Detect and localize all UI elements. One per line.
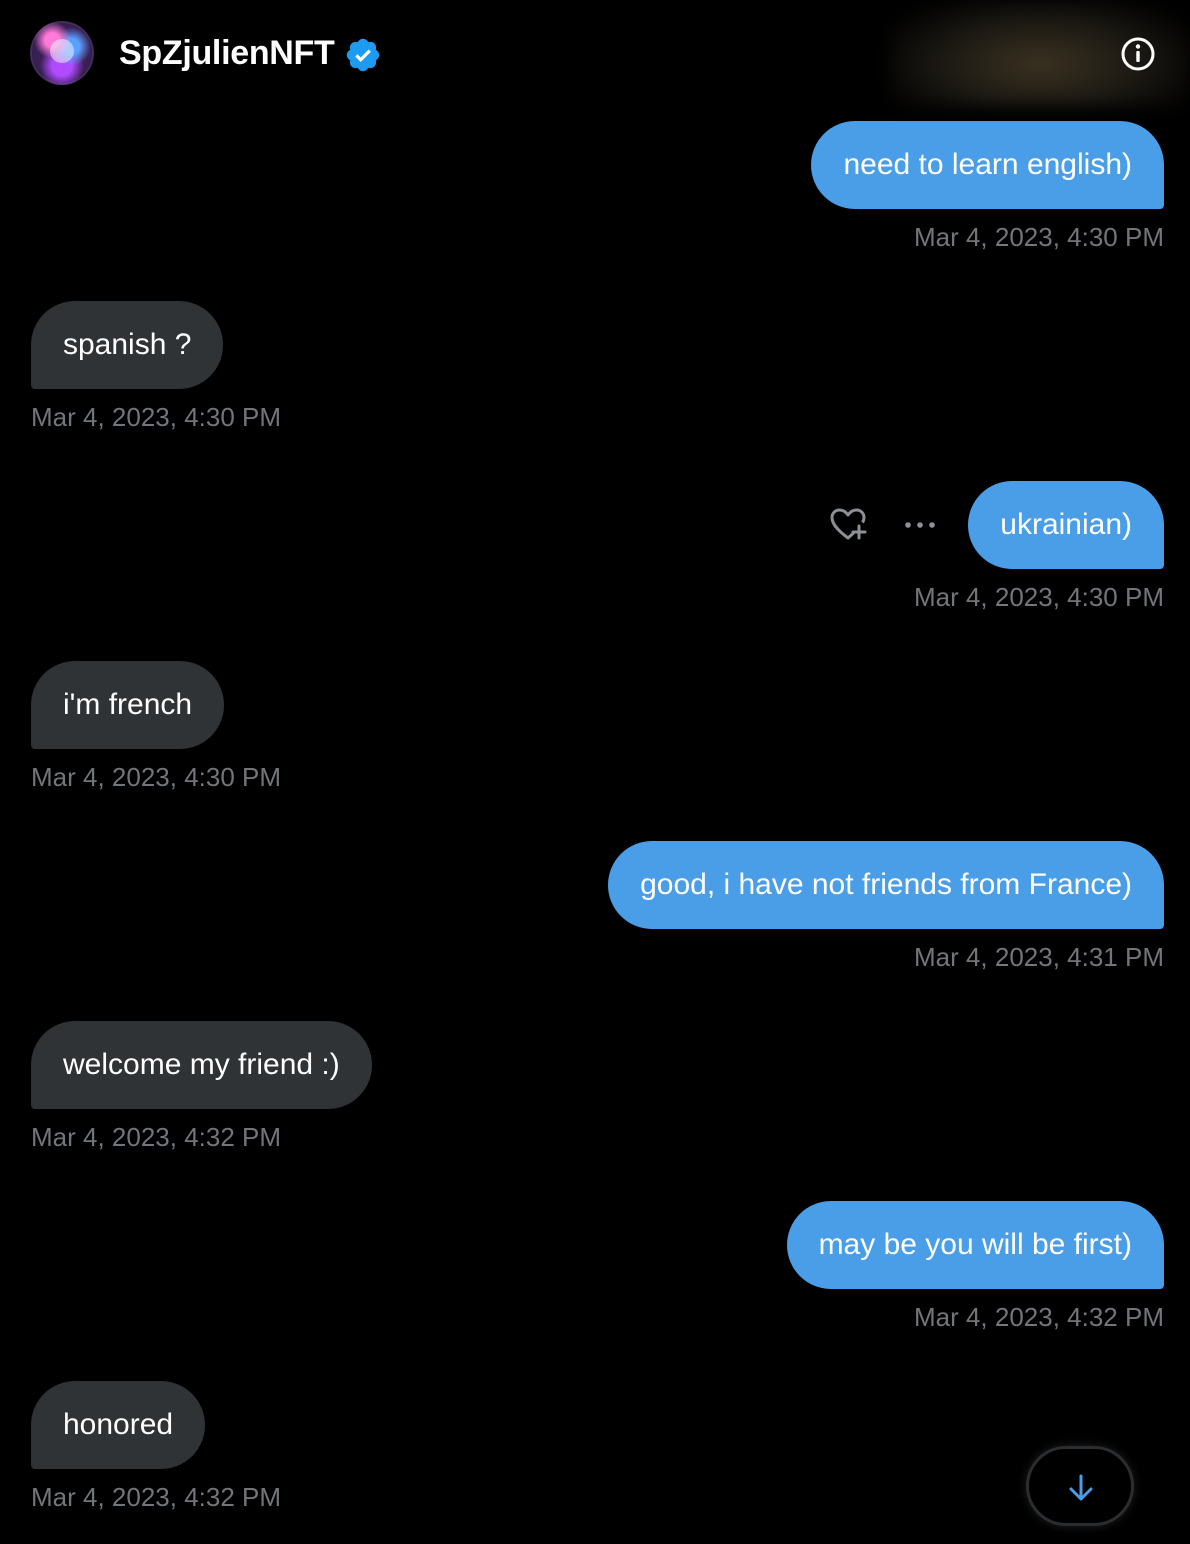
message-bubble-incoming[interactable]: i'm french (31, 661, 225, 749)
message-bubble-outgoing[interactable]: may be you will be first) (786, 1201, 1164, 1289)
message-timestamp: Mar 4, 2023, 4:30 PM (913, 222, 1164, 252)
message-timestamp: Mar 4, 2023, 4:30 PM (913, 582, 1164, 612)
avatar-art (50, 39, 74, 63)
message-bubble-outgoing[interactable]: ukrainian) (968, 481, 1164, 569)
conversation-header: SpZjulienNFT (0, 0, 1190, 108)
message-bubble-incoming[interactable]: welcome my friend :) (31, 1021, 372, 1109)
message-bubble-incoming[interactable]: spanish ? (31, 301, 224, 389)
message-bubble-incoming[interactable]: honored (31, 1381, 206, 1469)
message-timestamp: Mar 4, 2023, 4:30 PM (31, 762, 282, 792)
message-bubble-outgoing[interactable]: need to learn english) (811, 121, 1164, 209)
message-timestamp: Mar 4, 2023, 4:31 PM (913, 942, 1164, 972)
info-icon[interactable] (1117, 33, 1159, 75)
message-bubble-outgoing[interactable]: good, i have not friends from France) (608, 841, 1164, 929)
avatar[interactable] (30, 21, 94, 85)
username[interactable]: SpZjulienNFT (119, 32, 335, 74)
more-options-icon[interactable] (900, 505, 940, 545)
message-timestamp: Mar 4, 2023, 4:30 PM (31, 402, 282, 432)
message-timestamp: Mar 4, 2023, 4:32 PM (31, 1122, 282, 1152)
verified-badge-icon (346, 38, 380, 72)
arrow-down-icon (1069, 1474, 1093, 1501)
message-timestamp: Mar 4, 2023, 4:32 PM (913, 1302, 1164, 1332)
scroll-to-bottom-button[interactable] (1026, 1446, 1134, 1526)
react-heart-icon[interactable] (828, 505, 868, 545)
message-timestamp: Mar 4, 2023, 4:32 PM (31, 1482, 282, 1512)
